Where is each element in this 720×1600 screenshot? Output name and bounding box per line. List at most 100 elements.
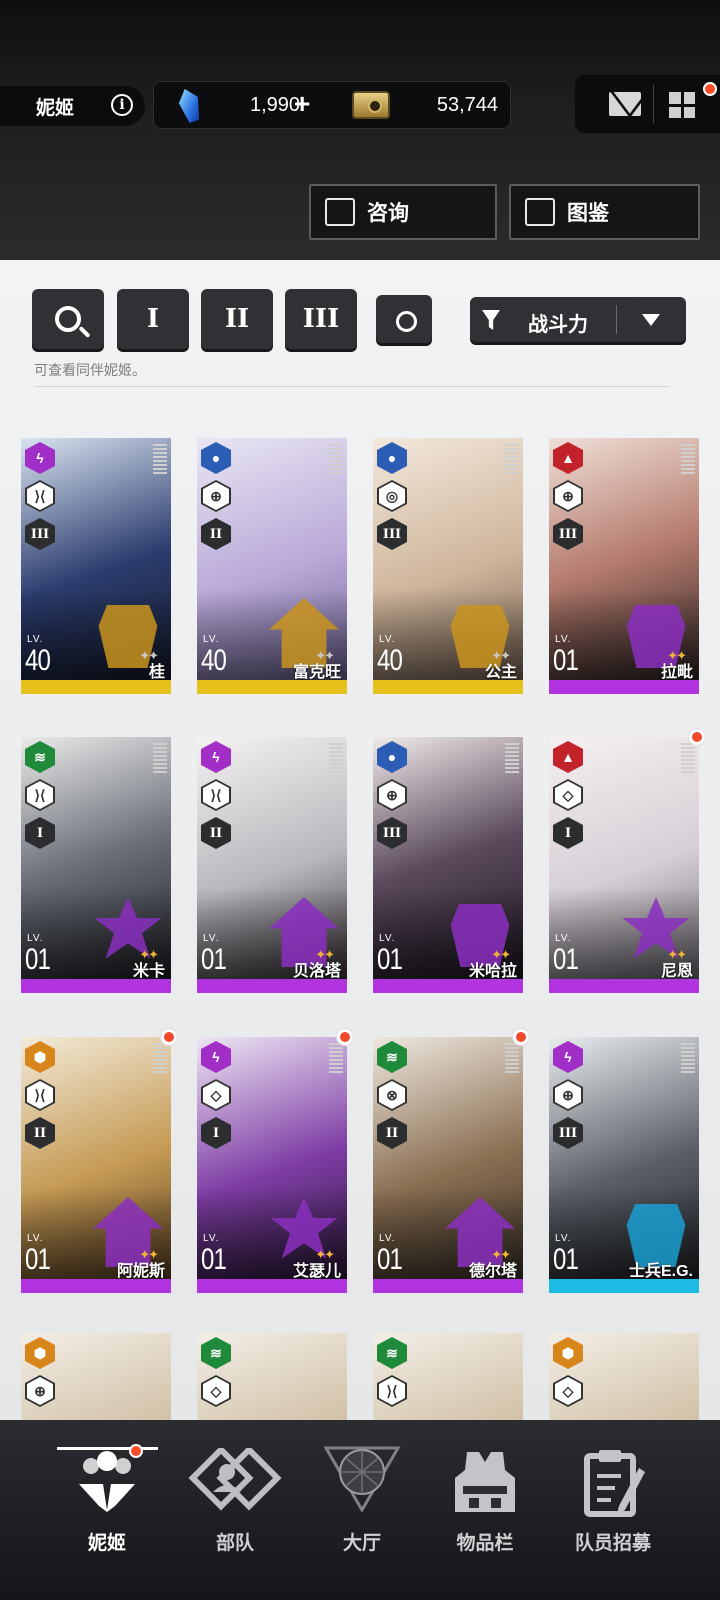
- nikke-card[interactable]: ϟ ◇ I ✦✦ LV. 01 艾瑟儿: [197, 1029, 353, 1293]
- notification-dot: [129, 1444, 143, 1458]
- level-value: 40: [377, 644, 403, 677]
- nav-nikke[interactable]: 妮姬: [47, 1444, 167, 1568]
- top-right-panel: [575, 75, 720, 133]
- bottom-nav: 妮姬 部队 大厅 物品栏 队员招募: [0, 1420, 720, 1600]
- nikke-card[interactable]: ϟ ⟩⟨ III ✦✦ LV. 40 桂: [21, 438, 171, 694]
- nikke-card[interactable]: ⬢ ⊕: [21, 1333, 171, 1420]
- consult-button[interactable]: 咨询: [309, 184, 497, 240]
- calendar-star-icon: [325, 198, 355, 226]
- barcode-icon: [505, 743, 519, 775]
- top-header: 妮姬 i 1,990 + 53,744 咨询 图鉴: [0, 0, 720, 260]
- nikke-card[interactable]: ≋ ⟩⟨ I ✦✦ LV. 01 米卡: [21, 737, 171, 993]
- collection-button[interactable]: 图鉴: [509, 184, 700, 240]
- level-value: 01: [377, 1243, 403, 1276]
- barcode-icon: [153, 743, 167, 775]
- barcode-icon: [329, 1043, 343, 1075]
- notification-dot: [337, 1029, 353, 1045]
- nav-nikke-label: 妮姬: [87, 1533, 126, 1554]
- character-name: 公主: [484, 664, 517, 681]
- mail-icon[interactable]: [609, 92, 641, 116]
- character-name: 桂: [148, 664, 165, 681]
- nikke-list-panel: I II III 战斗力 可查看同伴妮姬。 ϟ ⟩⟨ III ✦✦ LV. 40 桂 ● ⊕ II…: [0, 260, 720, 1420]
- divider: [616, 305, 617, 334]
- hint-text: 可查看同伴妮姬。: [34, 362, 146, 378]
- nikke-card[interactable]: ⬢ ⟩⟨ II ✦✦ LV. 01 阿妮斯: [21, 1029, 177, 1293]
- rarity-bar: [21, 680, 171, 694]
- level-value: 01: [553, 644, 579, 677]
- consult-label: 咨询: [367, 202, 409, 225]
- nikke-card[interactable]: ▲ ⊕ III ✦✦ LV. 01 拉毗: [549, 438, 699, 694]
- rarity-bar: [21, 1279, 171, 1293]
- rarity-bar: [549, 979, 699, 993]
- notification-dot: [689, 729, 705, 745]
- notification-dot: [161, 1029, 177, 1045]
- nikke-card[interactable]: ⬢ ◇: [549, 1333, 699, 1420]
- filter-burst-2-button[interactable]: II: [201, 289, 273, 349]
- character-name: 米哈拉: [468, 963, 517, 980]
- character-name: 拉毗: [660, 664, 693, 681]
- character-name: 米卡: [132, 963, 165, 980]
- nikke-card[interactable]: ● ⊕ III ✦✦ LV. 01 米哈拉: [373, 737, 523, 993]
- level-value: 01: [553, 1243, 579, 1276]
- nikke-card[interactable]: ≋ ⟩⟨: [373, 1333, 523, 1420]
- info-icon[interactable]: i: [111, 94, 133, 116]
- level-value: 40: [25, 644, 51, 677]
- gem-icon: [175, 86, 205, 125]
- menu-grid-icon[interactable]: [669, 92, 695, 118]
- level-value: 01: [553, 943, 579, 976]
- divider: [34, 386, 670, 387]
- character-name: 阿妮斯: [116, 1263, 165, 1280]
- character-name: 富克旺: [292, 664, 341, 681]
- nikke-card[interactable]: ● ◎ III ✦✦ LV. 40 公主: [373, 438, 523, 694]
- chevron-down-icon: [642, 314, 660, 326]
- sort-dropdown[interactable]: 战斗力: [470, 297, 686, 342]
- rarity-bar: [373, 979, 523, 993]
- search-button[interactable]: [32, 289, 104, 349]
- collection-label: 图鉴: [567, 202, 609, 225]
- character-name: 贝洛塔: [292, 963, 341, 980]
- nikke-card[interactable]: ϟ ⊕ III LV. 01 士兵E.G.: [549, 1037, 699, 1293]
- level-value: 01: [201, 1243, 227, 1276]
- rarity-bar: [373, 1279, 523, 1293]
- nav-recruit[interactable]: 队员招募: [553, 1448, 673, 1568]
- level-value: 01: [25, 943, 51, 976]
- credit-value: 53,744: [436, 94, 498, 116]
- filter-funnel-icon: [482, 310, 500, 330]
- barcode-icon: [153, 444, 167, 476]
- nav-lobby[interactable]: 大厅: [302, 1446, 422, 1568]
- rarity-bar: [549, 680, 699, 694]
- character-name: 艾瑟儿: [292, 1263, 341, 1280]
- level-value: 40: [201, 644, 227, 677]
- sort-label: 战斗力: [528, 314, 588, 336]
- nav-inventory[interactable]: 物品栏: [425, 1448, 545, 1568]
- barcode-icon: [505, 1043, 519, 1075]
- level-value: 01: [201, 943, 227, 976]
- barcode-icon: [153, 1043, 167, 1075]
- character-name: 德尔塔: [468, 1263, 517, 1280]
- barcode-icon: [681, 444, 695, 476]
- clipboard-icon: [581, 1448, 645, 1517]
- filter-burst-1-button[interactable]: I: [117, 289, 189, 349]
- barcode-icon: [681, 1043, 695, 1075]
- nav-squad-label: 部队: [215, 1533, 254, 1554]
- add-gems-button[interactable]: +: [294, 88, 310, 120]
- nav-squad[interactable]: 部队: [175, 1445, 295, 1568]
- currency-bar: 1,990 + 53,744: [153, 81, 511, 129]
- filter-burst-3-button[interactable]: III: [285, 289, 357, 349]
- level-value: 01: [25, 1243, 51, 1276]
- barcode-icon: [505, 444, 519, 476]
- credit-icon: [352, 91, 390, 119]
- nikke-card[interactable]: ≋ ⊗ II ✦✦ LV. 01 德尔塔: [373, 1029, 529, 1293]
- rarity-bar: [373, 680, 523, 694]
- barcode-icon: [329, 444, 343, 476]
- rarity-bar: [197, 680, 347, 694]
- vest-icon: [453, 1448, 517, 1512]
- filter-all-button[interactable]: [376, 295, 432, 343]
- nikke-card[interactable]: ≋ ◇: [197, 1333, 347, 1420]
- character-name: 士兵E.G.: [628, 1263, 693, 1280]
- page-title: 妮姬: [36, 97, 75, 119]
- nikke-card[interactable]: ϟ ⟩⟨ II ✦✦ LV. 01 贝洛塔: [197, 737, 347, 993]
- nikke-card[interactable]: ● ⊕ II ✦✦ LV. 40 富克旺: [197, 438, 347, 694]
- nikke-card[interactable]: ▲ ◇ I ✦✦ LV. 01 尼恩: [549, 729, 705, 993]
- character-name: 尼恩: [660, 963, 693, 980]
